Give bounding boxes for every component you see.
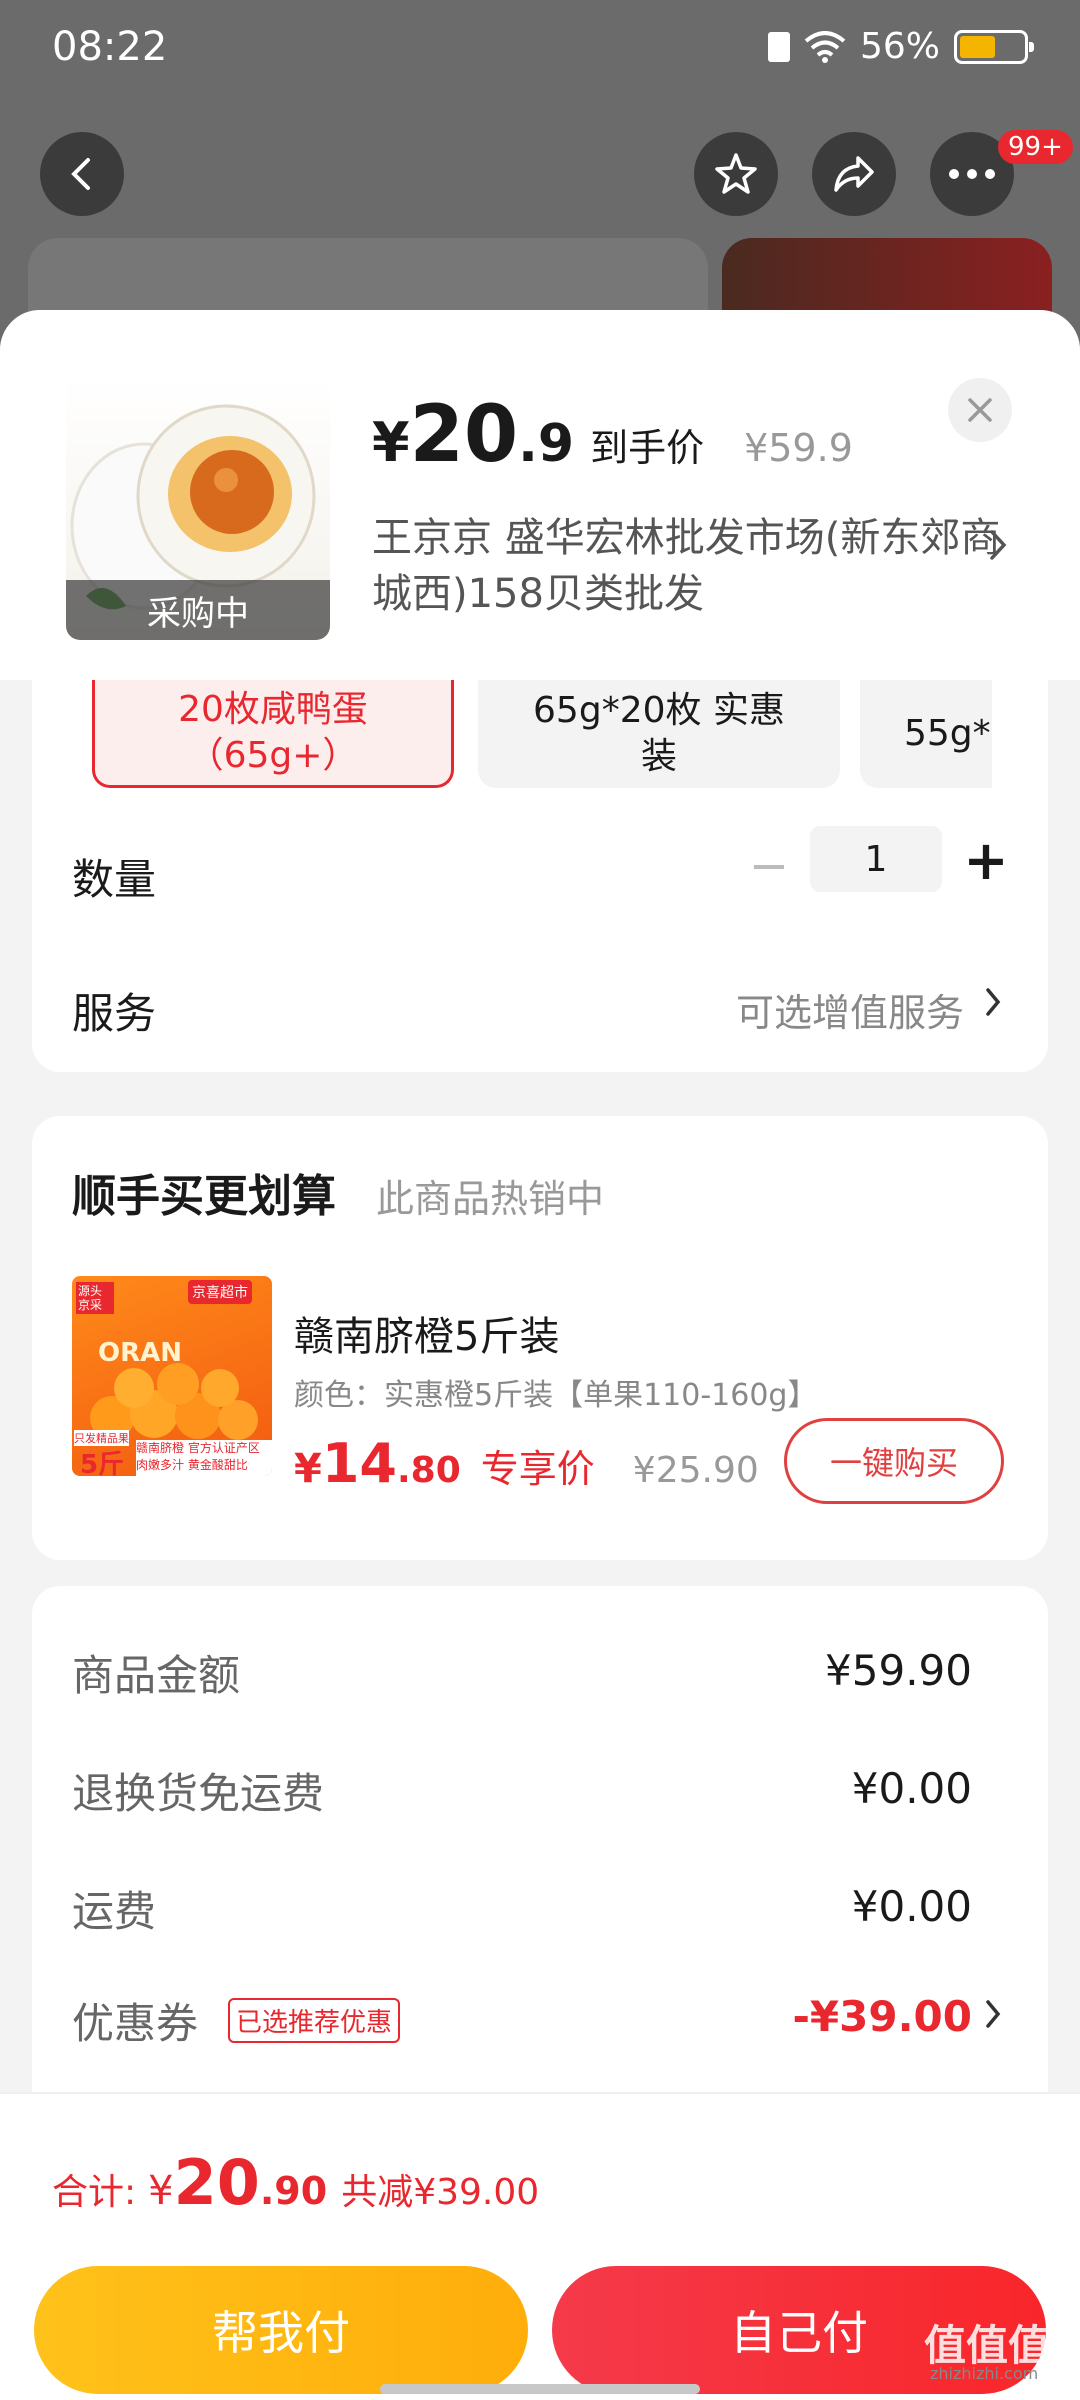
chevron-left-icon: [71, 158, 90, 190]
share-icon: [834, 156, 874, 192]
upsell-price-integer: 14: [321, 1432, 397, 1495]
orange-image-tags: 赣南脐橙 官方认证产区 肉嫩多汁 黄金酸甜比: [136, 1440, 272, 1476]
original-price: ¥59.9: [744, 426, 853, 470]
star-icon: [715, 153, 757, 194]
sim-icon: [767, 31, 790, 62]
spec-option[interactable]: 65g*20枚 实惠装: [478, 680, 840, 788]
price-symbol: ¥: [372, 411, 410, 474]
chevron-right-icon: [990, 530, 1007, 560]
price-summary-card: 商品金额 ¥59.90 退换货免运费 ¥0.00 运费 ¥0.00 优惠券 已选…: [32, 1586, 1048, 2146]
upsell-price-decimal: .80: [397, 1450, 461, 1491]
store-name[interactable]: 王京京 盛华宏林批发市场(新东郊商城西)158贝类批发: [372, 510, 1012, 622]
summary-value: ¥0.00: [851, 1764, 972, 1813]
total-integer: 20: [173, 2146, 260, 2219]
more-dots-icon: [949, 169, 995, 179]
back-button[interactable]: [40, 132, 124, 216]
upsell-original-price: ¥25.90: [632, 1450, 759, 1491]
spec-option-selected[interactable]: 20枚咸鸭蛋（65g+）: [92, 680, 454, 788]
total-label: 合计:: [52, 2172, 137, 2213]
service-label: 服务: [72, 989, 157, 1038]
spec-list: 20枚咸鸭蛋（65g+） 65g*20枚 实惠装 55g*: [32, 680, 992, 788]
total-decimal: .90: [259, 2169, 328, 2213]
help-pay-button[interactable]: 帮我付: [34, 2266, 528, 2394]
upsell-card: 顺手买更划算 此商品热销中 京喜超市 源头 京采 ORAN 只发精品果 5斤 赣…: [32, 1116, 1048, 1560]
coupon-label: 优惠券: [72, 1999, 199, 2048]
summary-label: 商品金额: [72, 1651, 241, 1700]
upsell-title: 顺手买更划算: [72, 1171, 336, 1222]
message-badge: 99+: [998, 130, 1073, 164]
quantity-input[interactable]: 1: [810, 826, 942, 892]
options-card: 20枚咸鸭蛋（65g+） 65g*20枚 实惠装 55g* 数量 − 1 + 服…: [32, 680, 1048, 1072]
checkout-bar: 合计: ¥ 20 .90 共减¥39.00 帮我付 自己付 值值值 zhizhi…: [0, 2092, 1080, 2400]
summary-label: 运费: [72, 1887, 157, 1936]
status-time: 08:22: [52, 24, 168, 70]
product-price: ¥ 20 .9 到手价 ¥59.9: [372, 390, 853, 480]
home-indicator[interactable]: [380, 2384, 700, 2394]
decrease-button[interactable]: −: [744, 826, 794, 906]
total-price: 合计: ¥ 20 .90 共减¥39.00: [52, 2146, 539, 2219]
orange-image-source: 源头 京采: [76, 1282, 114, 1314]
orange-image-brand: 京喜超市: [188, 1280, 252, 1304]
status-icons: 56%: [767, 26, 1034, 67]
battery-icon: [954, 29, 1034, 64]
wifi-icon: [804, 30, 846, 63]
one-click-buy-button[interactable]: 一键购买: [784, 1418, 1004, 1504]
close-button[interactable]: [948, 378, 1012, 442]
orange-image-tag: 赣南脐橙 官方认证产区: [136, 1441, 260, 1455]
summary-value: ¥59.90: [825, 1646, 972, 1695]
price-tag: 到手价: [590, 426, 705, 470]
watermark-url: zhizhizhi.com: [930, 2364, 1039, 2383]
purchase-sheet: 采购中 ¥ 20 .9 到手价 ¥59.9 王京京 盛华宏林批发市场(新东郊商城…: [0, 310, 1080, 2400]
total-saving: 共减¥39.00: [341, 2172, 540, 2213]
favorite-button[interactable]: [694, 132, 778, 216]
orange-product-image: 京喜超市 源头 京采 ORAN 只发精品果 5斤 赣南脐橙 官方认证产区 肉嫩多…: [72, 1276, 272, 1476]
upsell-price-tag: 专享价: [480, 1447, 595, 1491]
chevron-right-icon: [986, 988, 1001, 1016]
spec-option[interactable]: 55g*: [860, 680, 992, 788]
increase-button[interactable]: +: [956, 820, 1016, 900]
price-integer: 20: [409, 390, 519, 480]
orange-image-weight: 5斤: [80, 1450, 125, 1476]
product-image: 采购中: [66, 376, 330, 640]
upsell-item-desc: 颜色：实惠橙5斤装【单果110-160g】: [294, 1378, 818, 1413]
price-decimal: .9: [518, 414, 575, 474]
upsell-price: ¥ 14 .80 专享价 ¥25.90: [294, 1432, 759, 1495]
total-symbol: ¥: [148, 2168, 174, 2214]
close-icon: [968, 398, 992, 422]
purchasing-label: 采购中: [66, 580, 330, 640]
orange-image-tag: 肉嫩多汁 黄金酸甜比: [136, 1458, 248, 1472]
coupon-badge: 已选推荐优惠: [228, 1998, 401, 2043]
product-header: 采购中 ¥ 20 .9 到手价 ¥59.9 王京京 盛华宏林批发市场(新东郊商城…: [0, 310, 1080, 680]
summary-value: ¥0.00: [851, 1882, 972, 1931]
battery-fill: [960, 35, 995, 58]
battery-percent: 56%: [859, 26, 940, 67]
upsell-price-symbol: ¥: [294, 1446, 322, 1492]
upsell-item-name[interactable]: 赣南脐橙5斤装: [294, 1304, 559, 1362]
service-option[interactable]: 可选增值服务: [736, 982, 964, 1037]
share-button[interactable]: [812, 132, 896, 216]
upsell-subtitle: 此商品热销中: [376, 1177, 605, 1221]
chevron-right-icon: [986, 2000, 1001, 2028]
quantity-label: 数量: [72, 855, 157, 904]
summary-label: 退换货免运费: [72, 1769, 325, 1818]
coupon-value[interactable]: -¥39.00: [792, 1992, 972, 2041]
